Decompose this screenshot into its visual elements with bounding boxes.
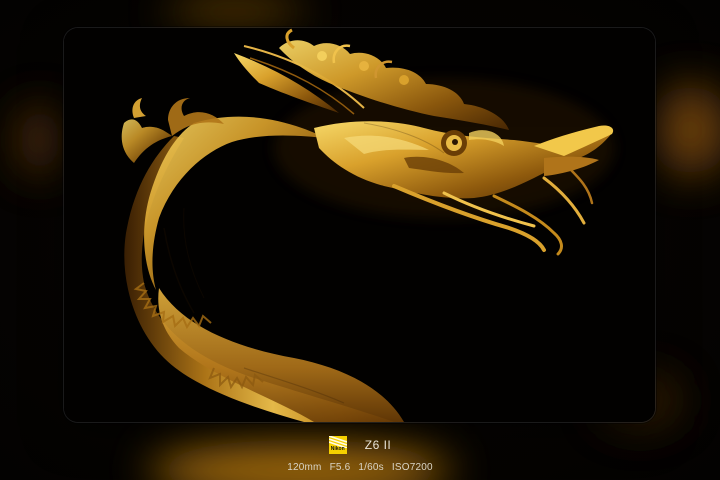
exif-row: 120mm F5.6 1/60s ISO7200 [0, 460, 720, 474]
aperture: F5.6 [329, 461, 351, 473]
watermark-card: Nikon Z6 II 120mm F5.6 1/60s ISO7200 [0, 0, 720, 480]
photo [64, 28, 655, 422]
iso: ISO7200 [391, 461, 433, 473]
shutter-speed: 1/60s [358, 461, 384, 473]
camera-model: Z6 II [364, 438, 392, 452]
logo-wordmark: Nikon [330, 446, 345, 452]
golden-dragon-image [64, 28, 655, 422]
nikon-logo-icon: Nikon [328, 436, 347, 454]
exif-caption: Nikon Z6 II 120mm F5.6 1/60s ISO7200 [0, 430, 720, 480]
focal-length: 120mm [287, 461, 322, 473]
brand-row: Nikon Z6 II [0, 436, 720, 454]
